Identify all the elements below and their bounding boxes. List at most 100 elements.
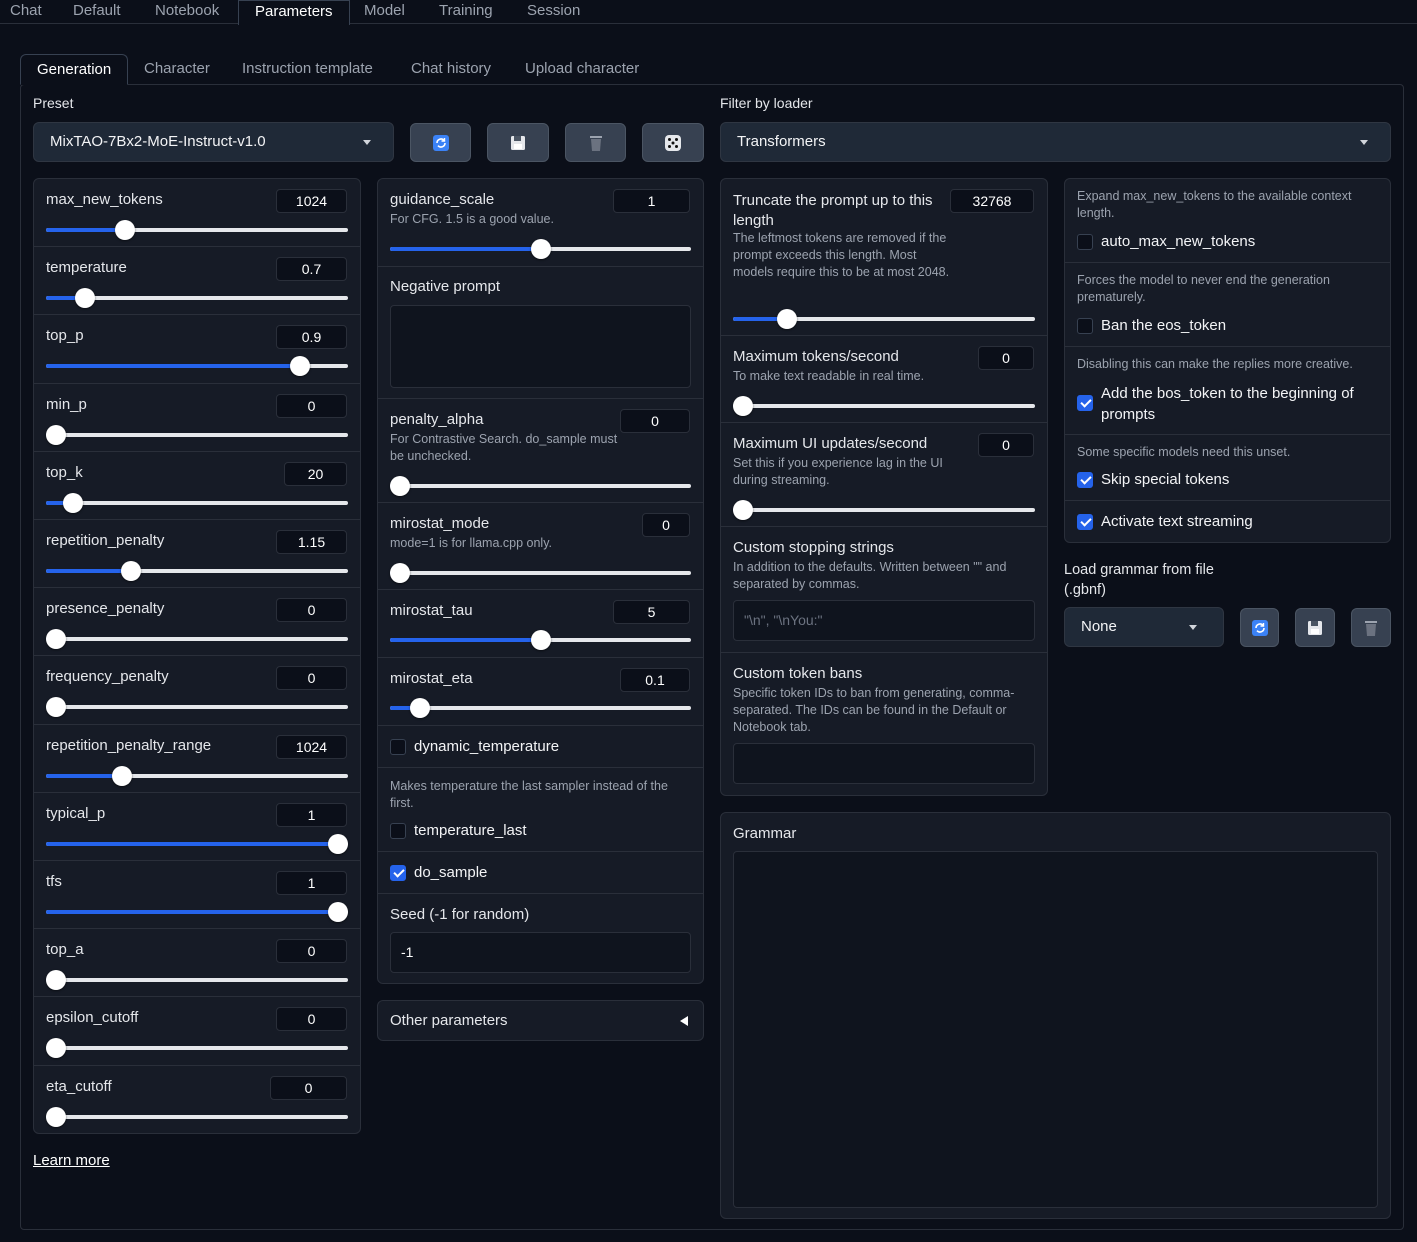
tab-session[interactable]: Session	[517, 0, 590, 24]
repetition-penalty-range-input[interactable]: 1024	[276, 734, 347, 759]
preset-dropdown[interactable]: MixTAO-7Bx2-MoE-Instruct-v1.0	[33, 122, 394, 162]
presence-penalty-input[interactable]: 0	[276, 598, 347, 623]
slider-thumb[interactable]	[733, 500, 753, 520]
max-ui-updates-slider[interactable]	[733, 500, 1035, 520]
repetition-penalty-range-slider[interactable]	[46, 765, 348, 786]
truncate-slider[interactable]	[733, 309, 1035, 329]
epsilon-cutoff-slider[interactable]	[46, 1038, 348, 1059]
learn-more-link[interactable]: Learn more	[33, 1152, 110, 1169]
delete-preset-button[interactable]	[565, 123, 626, 162]
max-new-tokens-input[interactable]: 1024	[276, 189, 347, 213]
ban-eos-token-checkbox[interactable]	[1077, 318, 1093, 334]
tfs-slider[interactable]	[46, 902, 348, 922]
grammar-textarea[interactable]	[733, 851, 1378, 1208]
negative-prompt-textarea[interactable]	[390, 305, 691, 388]
max-ui-updates-input[interactable]: 0	[978, 433, 1034, 457]
max-tokens-per-second-input[interactable]: 0	[978, 346, 1034, 370]
guidance-scale-input[interactable]: 1	[613, 189, 690, 213]
slider-thumb[interactable]	[63, 492, 84, 513]
slider-thumb[interactable]	[46, 970, 66, 991]
mirostat-eta-slider[interactable]	[390, 698, 691, 718]
mirostat-mode-input[interactable]: 0	[642, 513, 690, 537]
skip-special-tokens-checkbox[interactable]	[1077, 472, 1093, 488]
truncate-input[interactable]: 32768	[950, 189, 1034, 213]
slider-thumb[interactable]	[390, 476, 410, 496]
slider-thumb[interactable]	[733, 396, 753, 416]
mirostat-tau-input[interactable]: 5	[613, 600, 690, 624]
typical-p-slider[interactable]	[46, 833, 348, 854]
tab-default[interactable]: Default	[63, 0, 131, 24]
loader-dropdown[interactable]: Transformers	[720, 122, 1391, 162]
slider-thumb[interactable]	[46, 1038, 66, 1059]
temperature-last-checkbox[interactable]	[390, 823, 406, 839]
slider-thumb[interactable]	[328, 902, 348, 922]
custom-stopping-strings-input[interactable]: "\n", "\nYou:"	[733, 600, 1035, 641]
subtab-generation[interactable]: Generation	[20, 54, 129, 85]
grammar-file-dropdown[interactable]: None	[1064, 607, 1224, 647]
top-a-input[interactable]: 0	[276, 939, 347, 964]
temperature-slider[interactable]	[46, 288, 348, 309]
frequency-penalty-input[interactable]: 0	[276, 666, 347, 691]
slider-thumb[interactable]	[530, 630, 551, 650]
slider-thumb[interactable]	[410, 698, 431, 718]
penalty-alpha-slider[interactable]	[390, 476, 691, 496]
slider-thumb[interactable]	[289, 356, 310, 377]
slider-thumb[interactable]	[111, 765, 132, 786]
slider-thumb[interactable]	[46, 424, 66, 445]
presence-penalty-slider[interactable]	[46, 629, 348, 650]
custom-token-bans-input[interactable]	[733, 743, 1035, 784]
tab-parameters[interactable]: Parameters	[238, 0, 350, 25]
mirostat-mode-slider[interactable]	[390, 563, 691, 583]
save-preset-button[interactable]	[487, 123, 549, 162]
refresh-presets-button[interactable]	[410, 123, 471, 162]
eta-cutoff-input[interactable]: 0	[270, 1075, 347, 1100]
slider-thumb[interactable]	[120, 561, 141, 581]
slider-thumb[interactable]	[530, 239, 551, 259]
top-p-input[interactable]: 0.9	[276, 325, 347, 350]
top-k-slider[interactable]	[46, 492, 348, 513]
slider-thumb[interactable]	[75, 288, 96, 309]
min-p-input[interactable]: 0	[276, 393, 347, 418]
top-p-slider[interactable]	[46, 356, 348, 377]
typical-p-input[interactable]: 1	[276, 802, 347, 827]
repetition-penalty-slider[interactable]	[46, 561, 348, 581]
frequency-penalty-slider[interactable]	[46, 697, 348, 718]
max-tokens-per-second-slider[interactable]	[733, 396, 1035, 416]
tab-notebook[interactable]: Notebook	[145, 0, 229, 24]
tfs-input[interactable]: 1	[276, 871, 347, 895]
activate-text-streaming-checkbox[interactable]	[1077, 514, 1093, 530]
tab-training[interactable]: Training	[429, 0, 503, 24]
subtab-upload-character[interactable]: Upload character	[509, 54, 655, 85]
refresh-grammar-button[interactable]	[1240, 608, 1279, 647]
guidance-scale-slider[interactable]	[390, 239, 691, 259]
add-bos-token-checkbox[interactable]	[1077, 395, 1093, 411]
other-parameters-accordion[interactable]: Other parameters	[377, 1000, 704, 1041]
min-p-slider[interactable]	[46, 424, 348, 445]
subtab-instruction-template[interactable]: Instruction template	[226, 54, 389, 85]
repetition-penalty-input[interactable]: 1.15	[276, 530, 347, 554]
top-k-input[interactable]: 20	[284, 461, 347, 486]
seed-input[interactable]: -1	[390, 932, 691, 973]
epsilon-cutoff-input[interactable]: 0	[276, 1007, 347, 1032]
slider-thumb[interactable]	[46, 697, 66, 718]
slider-thumb[interactable]	[46, 1106, 66, 1127]
max-new-tokens-slider[interactable]	[46, 220, 348, 240]
do-sample-checkbox[interactable]	[390, 865, 406, 881]
delete-grammar-button[interactable]	[1351, 608, 1391, 647]
slider-thumb[interactable]	[390, 563, 410, 583]
tab-chat[interactable]: Chat	[0, 0, 52, 24]
subtab-character[interactable]: Character	[128, 54, 226, 85]
slider-thumb[interactable]	[777, 309, 798, 329]
mirostat-eta-input[interactable]: 0.1	[620, 668, 690, 692]
slider-thumb[interactable]	[114, 220, 135, 240]
eta-cutoff-slider[interactable]	[46, 1106, 348, 1127]
dynamic-temperature-checkbox[interactable]	[390, 739, 406, 755]
subtab-chat-history[interactable]: Chat history	[395, 54, 507, 85]
top-a-slider[interactable]	[46, 970, 348, 991]
slider-thumb[interactable]	[46, 629, 66, 650]
slider-thumb[interactable]	[328, 833, 348, 854]
auto-max-new-tokens-checkbox[interactable]	[1077, 234, 1093, 250]
tab-model[interactable]: Model	[354, 0, 415, 24]
save-grammar-button[interactable]	[1295, 608, 1335, 647]
penalty-alpha-input[interactable]: 0	[620, 409, 690, 433]
